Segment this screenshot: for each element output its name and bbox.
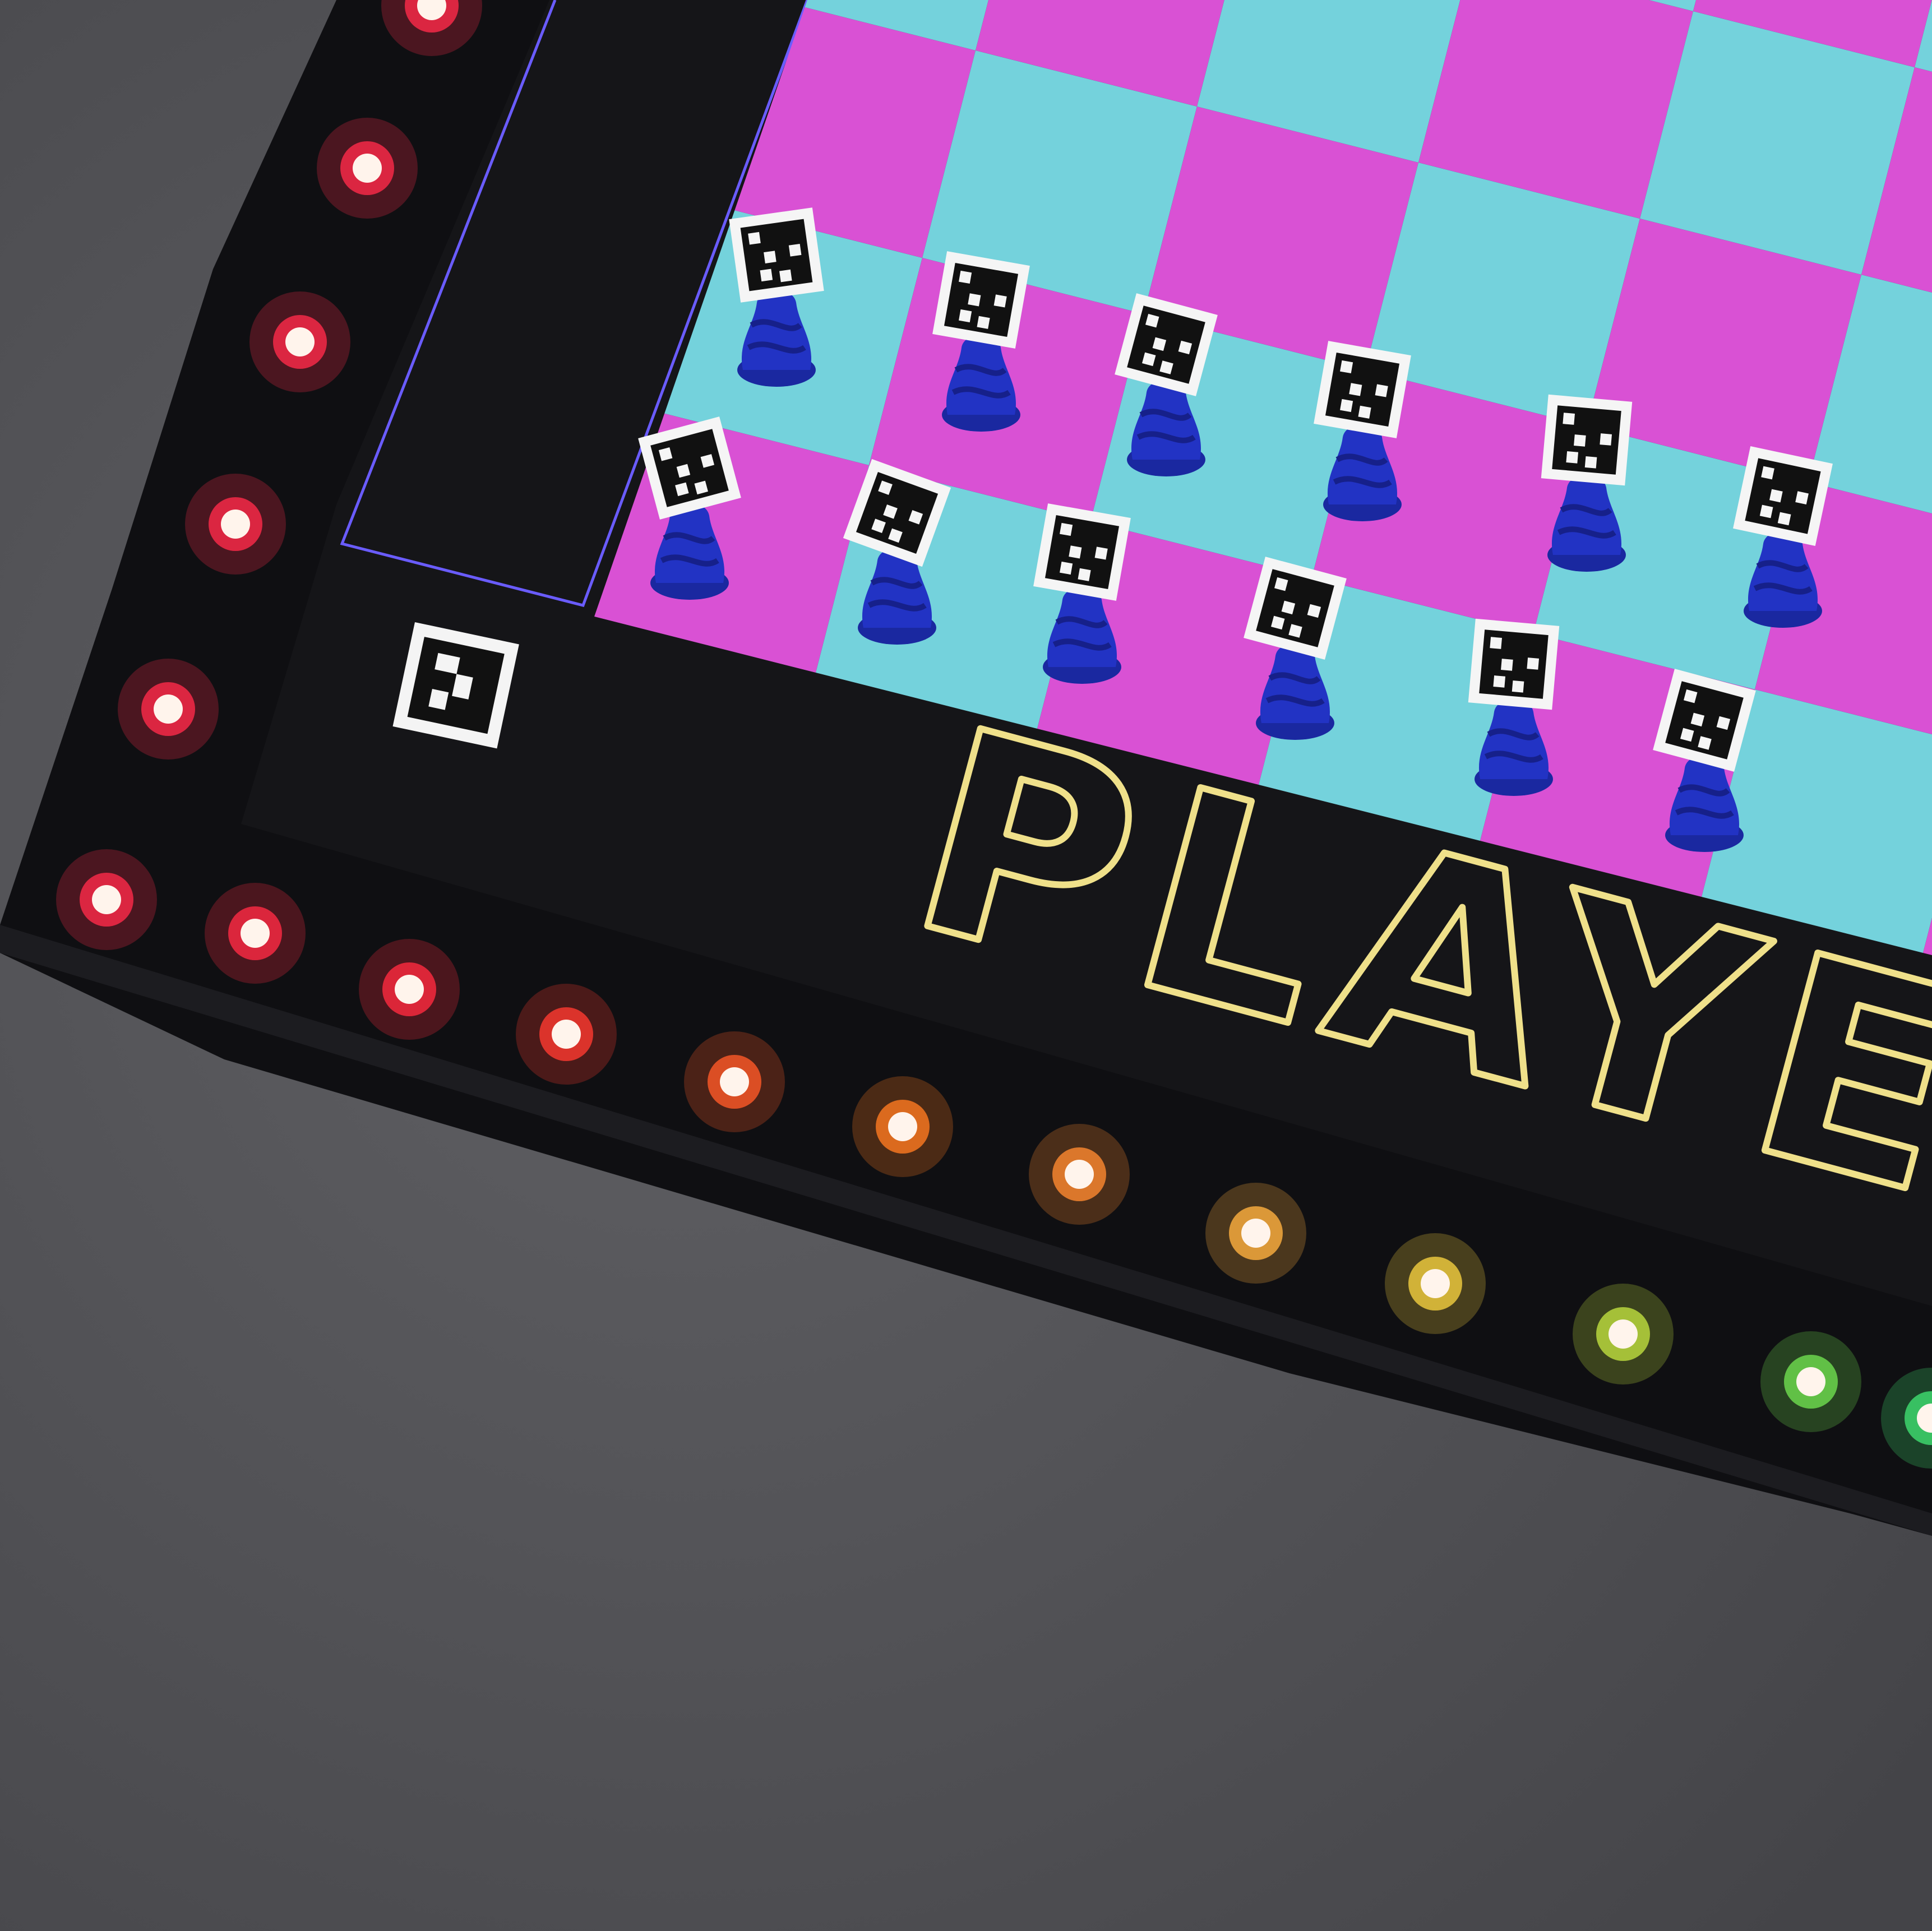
led-light bbox=[1029, 1124, 1130, 1225]
fiducial-tag bbox=[1468, 618, 1560, 710]
led-light bbox=[56, 849, 157, 950]
led-light bbox=[118, 659, 219, 760]
chessboard-photo: PLAYER bbox=[0, 0, 1932, 1931]
led-light bbox=[1385, 1233, 1486, 1334]
led-light bbox=[684, 1031, 785, 1132]
fiducial-marker bbox=[392, 622, 519, 749]
fiducial-tag bbox=[1541, 394, 1633, 486]
led-light bbox=[1205, 1183, 1306, 1284]
led-light bbox=[1573, 1284, 1674, 1384]
fiducial-tag bbox=[729, 207, 824, 303]
led-light bbox=[852, 1076, 953, 1177]
led-light bbox=[359, 939, 460, 1040]
led-light bbox=[185, 474, 286, 575]
led-light bbox=[249, 291, 350, 392]
fiducial-tag bbox=[1733, 446, 1833, 546]
fiducial-tag bbox=[1314, 341, 1411, 438]
fiducial-tag bbox=[1033, 503, 1131, 601]
led-light bbox=[317, 118, 418, 219]
fiducial-tag bbox=[932, 251, 1030, 349]
led-light bbox=[205, 883, 306, 984]
led-light bbox=[516, 984, 617, 1085]
led-light bbox=[1760, 1331, 1861, 1432]
